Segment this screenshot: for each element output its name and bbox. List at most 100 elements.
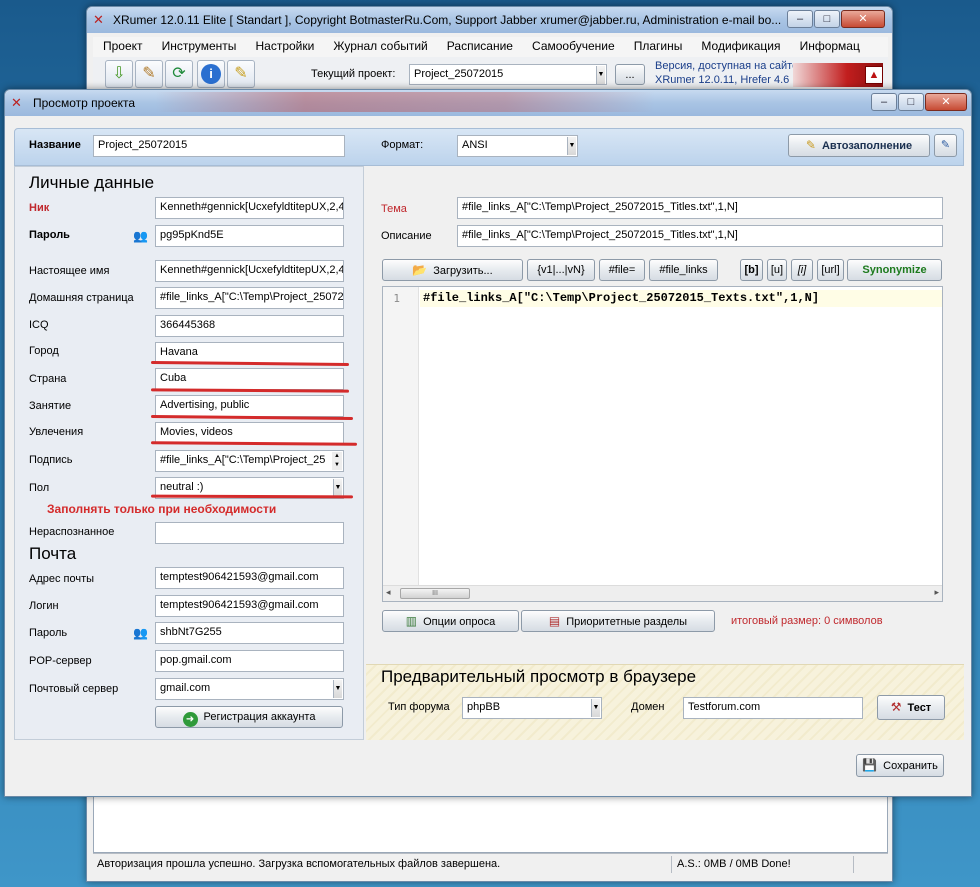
register-account-label: Регистрация аккаунта: [203, 711, 316, 723]
realname-input[interactable]: Kenneth#gennick[UcxefyldtitepUX,2,4: [155, 260, 344, 282]
version-line-1: Версия, доступная на сайте:: [655, 60, 802, 72]
maximize-button[interactable]: □: [814, 10, 840, 28]
nick-input[interactable]: Kenneth#gennick[UcxefyldtitepUX,2,4: [155, 197, 344, 219]
personal-data-title: Личные данные: [29, 173, 155, 192]
refresh-button[interactable]: ⟳: [165, 60, 193, 88]
autofill-label: Автозаполнение: [821, 140, 913, 152]
priority-sections-button[interactable]: ▤ Приоритетные разделы: [521, 610, 715, 632]
format-combo[interactable]: ANSI ▼: [457, 135, 578, 157]
forum-type-label: Тип форума: [388, 701, 450, 713]
pop-server-input[interactable]: pop.gmail.com: [155, 650, 344, 672]
edit-project-button[interactable]: ✎: [135, 60, 163, 88]
close-button[interactable]: ✕: [841, 10, 885, 28]
autofill-button[interactable]: ✎ Автозаполнение: [788, 134, 930, 157]
menu-schedule[interactable]: Расписание: [447, 39, 513, 53]
italic-tag-button[interactable]: [i]: [791, 259, 813, 281]
eject-icon[interactable]: ▲: [865, 66, 883, 84]
homepage-input[interactable]: #file_links_A["C:\Temp\Project_25072: [155, 287, 344, 309]
minimize-button[interactable]: –: [787, 10, 813, 28]
mail-password-label: Пароль: [29, 627, 68, 639]
poll-options-button[interactable]: ▥ Опции опроса: [382, 610, 519, 632]
save-label: Сохранить: [883, 760, 938, 772]
country-value: Cuba: [160, 372, 187, 384]
info-button[interactable]: i: [197, 60, 225, 88]
current-project-combo[interactable]: Project_25072015 ▼: [409, 64, 607, 85]
menu-settings[interactable]: Настройки: [255, 39, 314, 53]
dialog-minimize-button[interactable]: –: [871, 93, 897, 111]
editor-body-text: #file_links_A["C:\Temp\Project_25072015_…: [423, 291, 820, 305]
macro-random-button[interactable]: {v1|...|vN}: [527, 259, 595, 281]
menu-log[interactable]: Журнал событий: [333, 39, 427, 53]
pencil-tool-button[interactable]: ✎: [227, 60, 255, 88]
main-statusbar: Авторизация прошла успешно. Загрузка всп…: [93, 853, 888, 875]
bold-tag-button[interactable]: [b]: [740, 259, 763, 281]
nick-value: Kenneth#gennick[UcxefyldtitepUX,2,4: [160, 201, 344, 213]
dialog-close-button[interactable]: ✕: [925, 93, 967, 111]
format-value: ANSI: [462, 139, 488, 151]
url-tag-button[interactable]: [url]: [817, 259, 844, 281]
register-account-button[interactable]: ➜ Регистрация аккаунта: [155, 706, 343, 728]
people-icon[interactable]: 👥: [133, 626, 148, 640]
load-button[interactable]: 📂 Загрузить...: [382, 259, 523, 281]
synonymize-button[interactable]: Synonymize: [847, 259, 942, 281]
menu-plugins[interactable]: Плагины: [634, 39, 683, 53]
menu-project[interactable]: Проект: [103, 39, 143, 53]
description-input[interactable]: #file_links_A["C:\Temp\Project_25072015_…: [457, 225, 943, 247]
scroll-thumb[interactable]: III: [400, 588, 470, 599]
signature-spinner-icon[interactable]: ▲ ▼: [332, 452, 342, 470]
hobbies-value: Movies, videos: [160, 426, 233, 438]
unrecognized-input[interactable]: [155, 522, 344, 544]
homepage-label: Домашняя страница: [29, 292, 134, 304]
scroll-left-icon[interactable]: ◂: [386, 587, 391, 598]
scroll-right-icon[interactable]: ▸: [934, 587, 939, 598]
icq-input[interactable]: 366445368: [155, 315, 344, 337]
project-name-label: Название: [29, 139, 81, 151]
description-value: #file_links_A["C:\Temp\Project_25072015_…: [462, 229, 738, 241]
poll-options-label: Опции опроса: [423, 616, 496, 628]
open-project-button[interactable]: ⇩: [105, 60, 133, 88]
status-text: Авторизация прошла успешно. Загрузка всп…: [97, 858, 501, 870]
people-icon[interactable]: 👥: [133, 229, 148, 243]
underline-tag-button[interactable]: [u]: [767, 259, 787, 281]
mail-password-input[interactable]: shbNt7G255: [155, 622, 344, 644]
occupation-input[interactable]: Advertising, public: [155, 395, 344, 417]
subject-input[interactable]: #file_links_A["C:\Temp\Project_25072015_…: [457, 197, 943, 219]
poll-icon: ▥: [405, 614, 418, 628]
signature-input[interactable]: #file_links_A["C:\Temp\Project_25 ▲ ▼: [155, 450, 344, 472]
main-toolbar: ⇩ ✎ ⟳ i ✎ Текущий проект: Project_250720…: [93, 57, 888, 93]
browse-project-button[interactable]: ...: [615, 64, 645, 85]
dialog-titlebar[interactable]: ✕ Просмотр проекта – □ ✕: [5, 90, 971, 116]
menu-selflearning[interactable]: Самообучение: [532, 39, 615, 53]
dialog-title: Просмотр проекта: [33, 96, 136, 110]
project-name-input[interactable]: Project_25072015: [93, 135, 345, 157]
domain-input[interactable]: Testforum.com: [683, 697, 863, 719]
current-project-label: Текущий проект:: [311, 68, 396, 80]
mail-address-input[interactable]: temptest906421593@gmail.com: [155, 567, 344, 589]
menu-modification[interactable]: Модификация: [701, 39, 780, 53]
macro-file-button[interactable]: #file=: [599, 259, 645, 281]
message-editor[interactable]: 1 #file_links_A["C:\Temp\Project_2507201…: [382, 286, 943, 602]
format-label: Формат:: [381, 139, 424, 151]
mail-login-label: Логин: [29, 600, 59, 612]
pencil-icon: ✎: [805, 138, 816, 152]
macro-file-links-button[interactable]: #file_links: [649, 259, 718, 281]
mail-server-combo[interactable]: gmail.com ▼: [155, 678, 344, 700]
main-window-title: XRumer 12.0.11 Elite [ Standart ], Copyr…: [113, 13, 781, 27]
dialog-maximize-button[interactable]: □: [898, 93, 924, 111]
menu-info[interactable]: Информац: [800, 39, 860, 53]
test-button[interactable]: ⚒ Тест: [877, 695, 945, 720]
priority-sections-label: Приоритетные разделы: [566, 616, 688, 628]
menu-tools[interactable]: Инструменты: [162, 39, 237, 53]
main-titlebar[interactable]: ✕ XRumer 12.0.11 Elite [ Standart ], Cop…: [87, 7, 892, 33]
description-label: Описание: [381, 230, 432, 242]
save-icon: 💾: [862, 758, 878, 772]
editor-hscrollbar[interactable]: ◂ III ▸: [383, 585, 942, 601]
country-input[interactable]: Cuba: [155, 368, 344, 390]
autofill-edit-button[interactable]: ✎: [934, 134, 957, 157]
project-name-value: Project_25072015: [98, 139, 188, 151]
mail-login-input[interactable]: temptest906421593@gmail.com: [155, 595, 344, 617]
password-input[interactable]: pg95pKnd5E: [155, 225, 344, 247]
save-button[interactable]: 💾 Сохранить: [856, 754, 944, 777]
forum-type-combo[interactable]: phpBB ▼: [462, 697, 602, 719]
occupation-label: Занятие: [29, 400, 72, 412]
